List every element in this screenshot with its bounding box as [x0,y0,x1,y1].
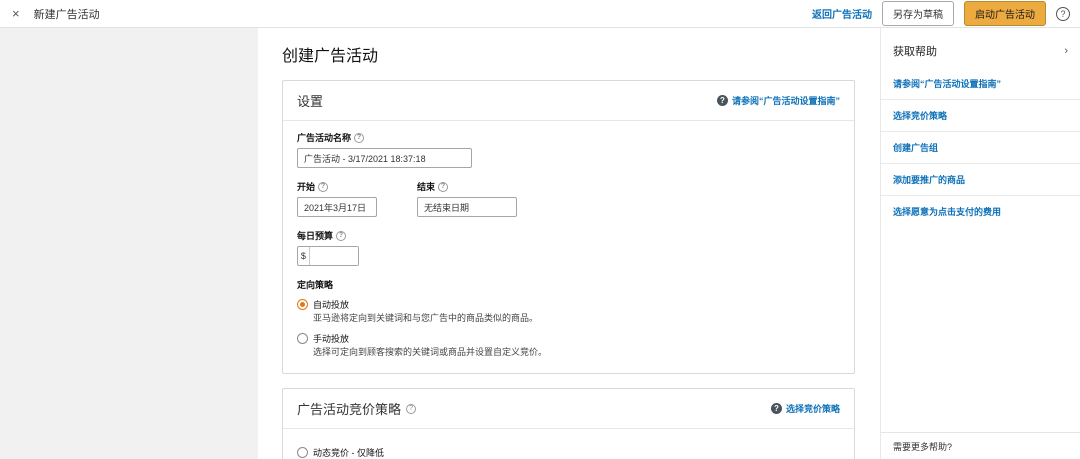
settings-guide-link-label: 请参阅“广告活动设置指南” [731,96,840,106]
targeting-strategy-group: 定向策略 自动投放 亚马逊将定向到关键词和与您广告中的商品类似的商品。 手动投放… [297,278,840,359]
manual-targeting-desc: 选择可定向到顾客搜索的关键词或商品并设置自定义竞价。 [313,347,548,358]
bid-down-only-option[interactable]: 动态竞价 - 仅降低 [297,446,840,459]
main-heading: 创建广告活动 [282,48,379,65]
help-link-bidding-strategy[interactable]: 选择竞价策略 [881,100,1080,132]
radio-auto-targeting[interactable] [297,299,308,310]
start-date-label: 开始 [297,182,316,192]
settings-card: 设置 ? 请参阅“广告活动设置指南” 广告活动名称 ? 广告活动 - 3/17/… [282,80,855,375]
help-panel-title: 获取帮助 [893,46,937,58]
campaign-name-label: 广告活动名称 [297,133,352,143]
auto-targeting-label: 自动投放 [313,300,350,310]
info-icon[interactable]: ? [336,230,347,241]
settings-card-title: 设置 [297,94,324,109]
page-title: 新建广告活动 [33,8,100,21]
currency-symbol: $ [298,247,310,265]
bidding-strategy-card: 广告活动竞价策略 ? ? 选择竞价策略 动态竞价 - 仅降低 当您的广告不太可能… [282,388,855,459]
bid-down-only-label: 动态竞价 - 仅降低 [313,448,384,459]
close-icon[interactable]: × [12,6,20,21]
left-gutter [0,28,258,459]
info-icon[interactable]: ? [318,181,329,192]
choose-bidding-link-label: 选择竞价策略 [785,404,840,415]
bidding-card-title: 广告活动竞价策略 [297,402,402,418]
daily-budget-label: 每日预算 [297,231,334,241]
daily-budget-input[interactable] [309,247,358,265]
launch-campaign-button[interactable]: 启动广告活动 [964,1,1046,26]
start-date-field: 开始 ? [297,180,377,217]
targeting-strategy-label: 定向策略 [297,280,334,290]
end-date-field: 结束 ? [417,180,517,217]
campaign-name-input[interactable] [297,148,472,168]
help-panel: 获取帮助 › 请参阅“广告活动设置指南” 选择竞价策略 创建广告组 添加要推广的… [880,28,1080,459]
back-to-campaigns-link[interactable]: 返回广告活动 [812,6,872,21]
help-link-setup-guide[interactable]: 请参阅“广告活动设置指南” [881,68,1080,100]
topbar-actions: 返回广告活动 另存为草稿 启动广告活动 ? [812,1,1070,26]
start-date-input[interactable] [297,197,377,217]
info-icon[interactable]: ? [354,132,365,143]
manual-targeting-label: 手动投放 [313,334,350,345]
topbar: × 新建广告活动 返回广告活动 另存为草稿 启动广告活动 ? [0,0,1080,28]
save-draft-button[interactable]: 另存为草稿 [882,1,954,26]
info-icon[interactable]: ? [438,181,449,192]
help-icon[interactable]: ? [1056,6,1070,21]
need-more-help-text: 需要更多帮助? [881,432,1080,459]
radio-bid-down-only[interactable] [297,447,308,459]
choose-bidding-link[interactable]: ? 选择竞价策略 [770,402,840,415]
info-icon[interactable]: ? [406,403,417,414]
question-filled-icon: ? [770,403,782,415]
help-link-create-ad-group[interactable]: 创建广告组 [881,132,1080,164]
question-filled-icon: ? [716,95,728,106]
daily-budget-field: 每日预算 ? $ [297,229,840,266]
settings-guide-link[interactable]: ? 请参阅“广告活动设置指南” [716,94,840,107]
panel-collapse-icon[interactable]: › [1064,45,1068,57]
help-link-add-products[interactable]: 添加要推广的商品 [881,164,1080,196]
help-link-cpc-cost[interactable]: 选择愿意为点击支付的费用 [881,196,1080,227]
auto-targeting-option[interactable]: 自动投放 [297,298,840,311]
radio-manual-targeting[interactable] [297,333,308,345]
manual-targeting-option[interactable]: 手动投放 [297,332,840,345]
help-links: 请参阅“广告活动设置指南” 选择竞价策略 创建广告组 添加要推广的商品 选择愿意… [881,68,1080,227]
end-date-label: 结束 [417,182,436,192]
end-date-input[interactable] [417,197,517,217]
main-content: 创建广告活动 设置 ? 请参阅“广告活动设置指南” 广告活动名称 ? 广告活动 … [258,28,880,459]
campaign-name-field: 广告活动名称 ? [297,131,840,168]
auto-targeting-desc: 亚马逊将定向到关键词和与您广告中的商品类似的商品。 [313,313,539,323]
